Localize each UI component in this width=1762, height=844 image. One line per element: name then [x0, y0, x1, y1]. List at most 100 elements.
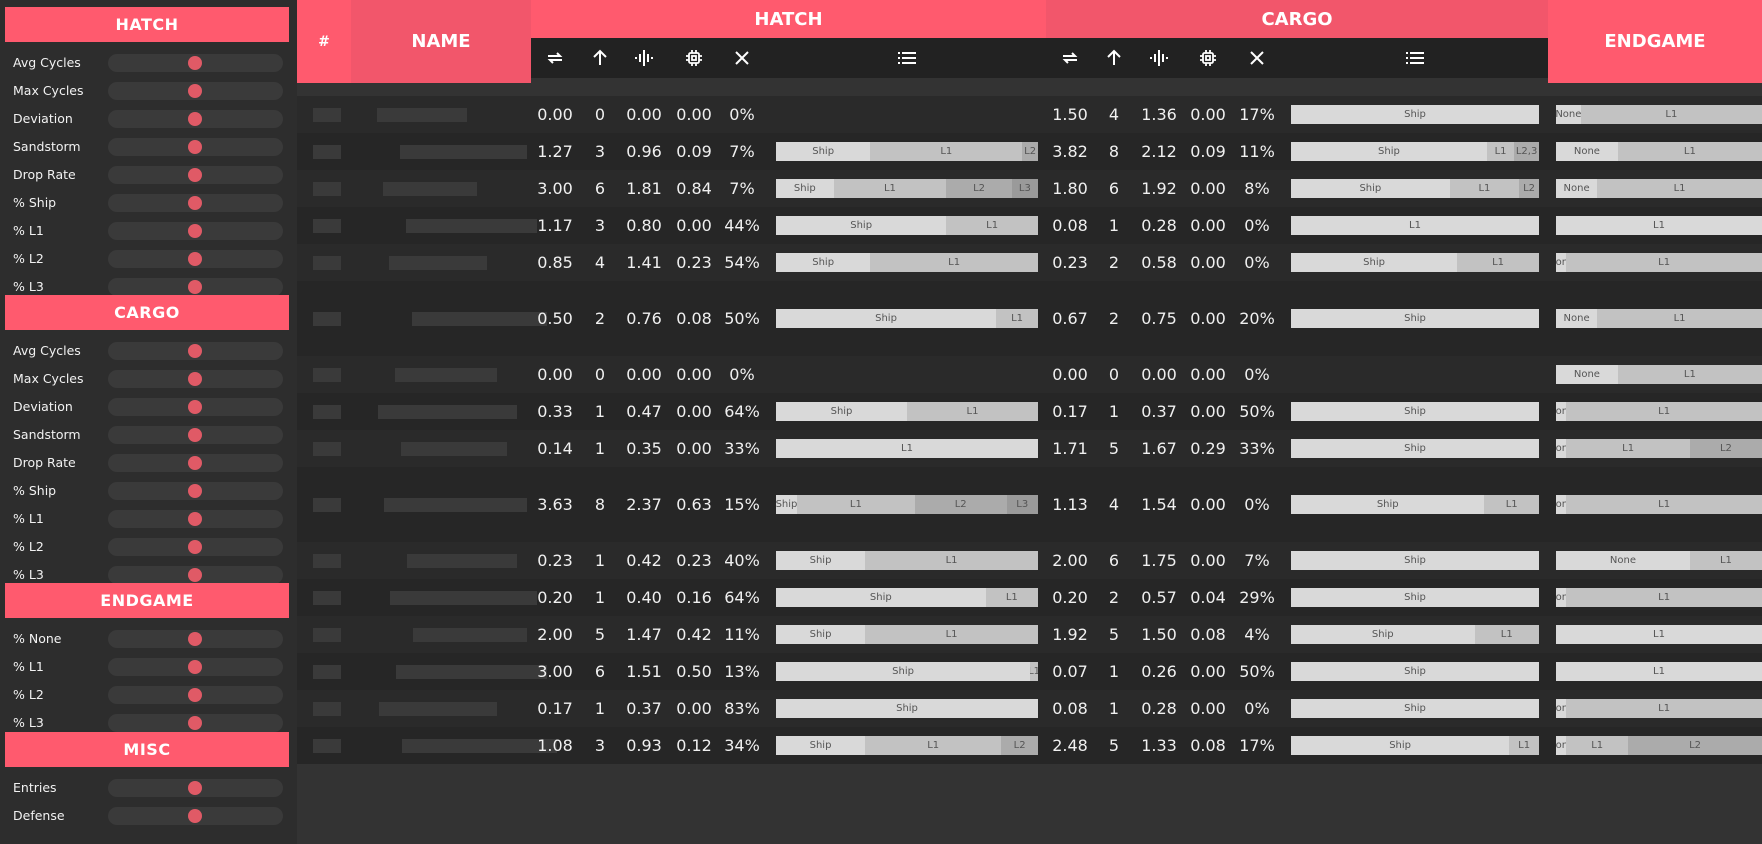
table-row[interactable]: 1.17 3 0.80 0.00 44% 0.08 1 0.28 0.00 0% Ship L1 L1 L… [297, 207, 1762, 244]
filter-slider-knob[interactable] [188, 781, 202, 795]
filter-label: % L1 [13, 511, 44, 526]
filter-slider-knob[interactable] [188, 372, 202, 386]
bar-segment-ship: Ship [1291, 736, 1510, 755]
table-row[interactable]: 3.00 6 1.51 0.50 13% 0.07 1 0.26 0.00 50% Ship L1 Sh… [297, 653, 1762, 690]
waveform-icon[interactable] [1135, 38, 1183, 78]
bar-segment-ship: Ship [1291, 551, 1539, 570]
filter-slider-knob[interactable] [188, 56, 202, 70]
filter-slider-knob[interactable] [188, 512, 202, 526]
bar-segment-none: None [1556, 179, 1598, 198]
sidebar-filter-row: % L1 [0, 505, 297, 533]
sidebar-filter-row: Drop Rate [0, 449, 297, 477]
bar-segment-none: None [1556, 551, 1690, 570]
cargo-value-cell: 5 [1108, 439, 1120, 458]
sidebar-section-cargo[interactable]: CARGO [5, 295, 289, 330]
rank-cell-redacted [313, 553, 341, 568]
filter-slider-knob[interactable] [188, 456, 202, 470]
list-icon[interactable] [887, 38, 927, 78]
filter-slider-knob[interactable] [188, 568, 202, 582]
list-icon[interactable] [1395, 38, 1435, 78]
sidebar-section-endgame[interactable]: ENDGAME [5, 583, 289, 618]
arrow-up-icon[interactable] [1094, 38, 1134, 78]
table-row[interactable]: 1.27 3 0.96 0.09 7% 3.82 8 2.12 0.09 11% Ship L1 L2 S… [297, 133, 1762, 170]
cargo-value-cell: 8 [1108, 142, 1120, 161]
filter-slider-knob[interactable] [188, 140, 202, 154]
cargo-value-cell: 0% [1244, 253, 1270, 272]
cycle-icon[interactable] [531, 38, 579, 78]
name-header[interactable]: NAME [351, 0, 531, 83]
cargo-value-cell: 5 [1108, 736, 1120, 755]
filter-slider-knob[interactable] [188, 168, 202, 182]
table-row[interactable]: 0.00 0 0.00 0.00 0% 1.50 4 1.36 0.00 17% Ship None L… [297, 96, 1762, 133]
filter-slider-knob[interactable] [188, 344, 202, 358]
sidebar-section-hatch[interactable]: HATCH [5, 7, 289, 42]
close-icon[interactable] [1235, 38, 1279, 78]
filter-slider-knob[interactable] [188, 400, 202, 414]
bar-segment-ship: Ship [1291, 495, 1485, 514]
hatch_bar-distribution-bar: Ship L1 [776, 625, 1038, 644]
cargo-header[interactable]: CARGO [1046, 0, 1548, 38]
filter-label: Avg Cycles [13, 55, 81, 70]
end_bar-distribution-bar: NoneL1 [1556, 495, 1762, 514]
hatch_bar-distribution-bar: Ship L1 L2 [776, 142, 1038, 161]
close-icon[interactable] [720, 38, 764, 78]
end_bar-distribution-bar: NoneL1 [1556, 142, 1762, 161]
filter-slider-knob[interactable] [188, 540, 202, 554]
hatch-value-cell: 2 [594, 309, 606, 328]
endgame-header[interactable]: ENDGAME [1548, 0, 1762, 83]
filter-slider-knob[interactable] [188, 484, 202, 498]
table-row[interactable]: 3.00 6 1.81 0.84 7% 1.80 6 1.92 0.00 8% Ship L1 L2 L3… [297, 170, 1762, 207]
filter-slider-knob[interactable] [188, 196, 202, 210]
filter-slider-knob[interactable] [188, 112, 202, 126]
name-cell-redacted [401, 441, 507, 456]
hatch-value-cell: 0.00 [676, 699, 712, 718]
cargo_bar-distribution-bar: Ship [1291, 551, 1539, 570]
cargo-value-cell: 1 [1108, 662, 1120, 681]
table-row[interactable]: 0.00 0 0.00 0.00 0% 0.00 0 0.00 0.00 0% None L1 [297, 356, 1762, 393]
table-row[interactable]: 0.14 1 0.35 0.00 33% 1.71 5 1.67 0.29 33% L1 Ship No… [297, 430, 1762, 467]
cargo-value-cell: 1.54 [1141, 495, 1177, 514]
table-row[interactable]: 0.50 2 0.76 0.08 50% 0.67 2 0.75 0.00 20% Ship L1 Sh… [297, 281, 1762, 356]
name-cell-redacted [379, 701, 497, 716]
filter-slider-knob[interactable] [188, 660, 202, 674]
filter-slider-knob[interactable] [188, 716, 202, 730]
chip-icon[interactable] [1184, 38, 1232, 78]
cargo-value-cell: 2 [1108, 309, 1120, 328]
rank-cell-redacted [313, 664, 341, 679]
bar-segment-none: None [1556, 105, 1581, 124]
chip-icon[interactable] [670, 38, 718, 78]
sidebar-filter-row: Sandstorm [0, 421, 297, 449]
table-row[interactable]: 0.85 4 1.41 0.23 54% 0.23 2 0.58 0.00 0% Ship L1 Shi… [297, 244, 1762, 281]
filter-slider-knob[interactable] [188, 280, 202, 294]
sidebar-section-misc[interactable]: MISC [5, 732, 289, 767]
bar-segment-none: None [1556, 495, 1567, 514]
arrow-up-icon[interactable] [580, 38, 620, 78]
filter-slider-knob[interactable] [188, 252, 202, 266]
cargo_bar-distribution-bar: Ship [1291, 402, 1539, 421]
filter-slider-knob[interactable] [188, 428, 202, 442]
filter-label: Deviation [13, 399, 73, 414]
filter-slider-knob[interactable] [188, 688, 202, 702]
table-row[interactable]: 0.23 1 0.42 0.23 40% 2.00 6 1.75 0.00 7% Ship L1 Shi… [297, 542, 1762, 579]
hatch-value-cell: 2.00 [537, 625, 573, 644]
table-row[interactable]: 0.17 1 0.37 0.00 83% 0.08 1 0.28 0.00 0% Ship Ship N… [297, 690, 1762, 727]
table-row[interactable]: 0.33 1 0.47 0.00 64% 0.17 1 0.37 0.00 50% Ship L1 Sh… [297, 393, 1762, 430]
hatch-header[interactable]: HATCH [531, 0, 1046, 38]
bar-segment-l1: L1 [865, 551, 1038, 570]
bar-segment-ship: Ship [1291, 105, 1539, 124]
filter-slider-knob[interactable] [188, 809, 202, 823]
filter-slider-knob[interactable] [188, 84, 202, 98]
rank-header[interactable]: # [297, 0, 351, 83]
rank-cell-redacted [313, 311, 341, 326]
table-row[interactable]: 2.00 5 1.47 0.42 11% 1.92 5 1.50 0.08 4% Ship L1 Shi… [297, 616, 1762, 653]
hatch-value-cell: 8 [594, 495, 606, 514]
table-row[interactable]: 3.63 8 2.37 0.63 15% 1.13 4 1.54 0.00 0% Ship L1 L2 L… [297, 467, 1762, 542]
waveform-icon[interactable] [620, 38, 668, 78]
cycle-icon[interactable] [1046, 38, 1094, 78]
bar-segment-none: None [1556, 439, 1567, 458]
table-row[interactable]: 1.08 3 0.93 0.12 34% 2.48 5 1.33 0.08 17% Ship L1 L2… [297, 727, 1762, 764]
filter-slider-knob[interactable] [188, 224, 202, 238]
table-row[interactable]: 0.20 1 0.40 0.16 64% 0.20 2 0.57 0.04 29% Ship L1 Sh… [297, 579, 1762, 616]
filter-slider-knob[interactable] [188, 632, 202, 646]
hatch-value-cell: 83% [724, 699, 760, 718]
